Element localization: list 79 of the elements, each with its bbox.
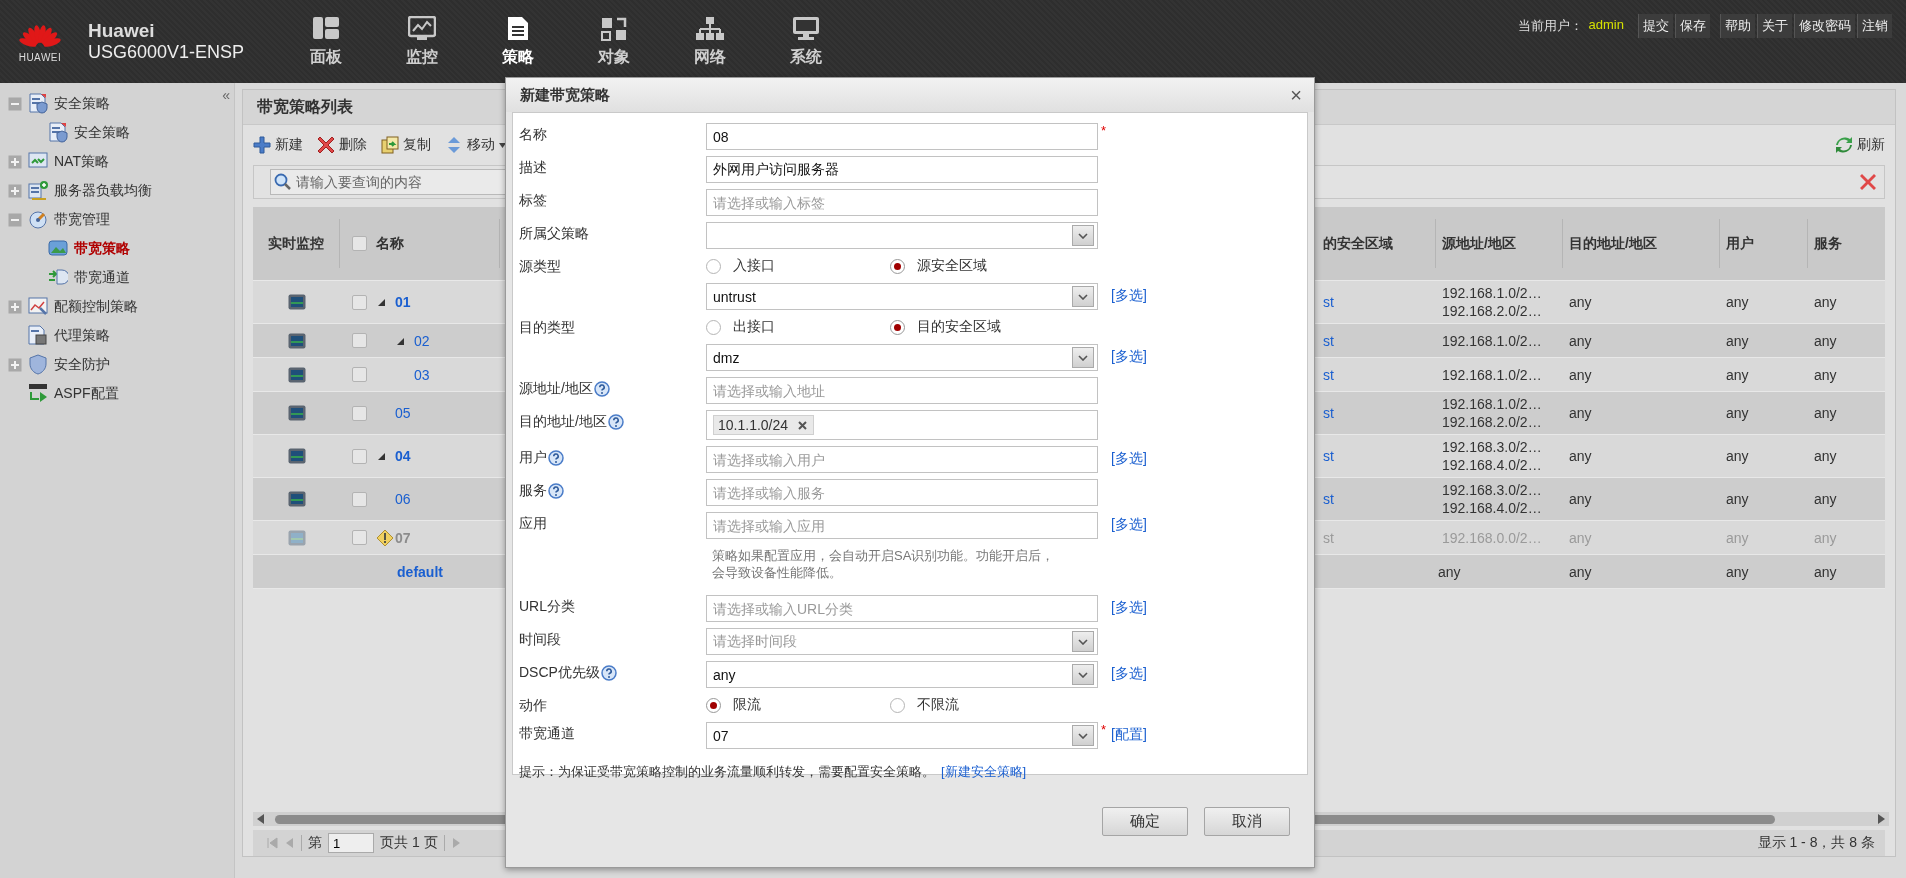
table-cell: any (1814, 491, 1837, 507)
field-label: 时间段 (519, 631, 561, 649)
table-cell: any (1814, 366, 1837, 383)
table-cell: any (1569, 529, 1592, 546)
device-model: USG6000V1-ENSP (88, 42, 246, 63)
required-mark: * (1100, 123, 1108, 138)
user-label: 当前用户： (1517, 17, 1583, 35)
table-cell-text: st (1322, 447, 1335, 466)
table-cell: any (1569, 294, 1592, 310)
panel-title: 带宽策略列表 (257, 96, 353, 117)
hint-text: 提示：为保证受带宽策略控制的业务流量顺利转发，需要配置安全策略。 (519, 763, 935, 781)
column-header: 源地址/地区 (1442, 234, 1516, 253)
table-cell: any (1726, 332, 1749, 349)
table-cell: 192.168.1.0/2… (1442, 331, 1542, 350)
table-cell: any (1814, 448, 1837, 464)
help-note: 策略如果配置应用，会自动开启SA识别功能。功能开启后，会导致设备性能降低。 (711, 547, 1056, 582)
table-cell: any (1569, 366, 1592, 383)
field-label: 动作 (519, 697, 547, 715)
table-cell: any (1569, 448, 1592, 464)
table-cell-text: st (1322, 404, 1335, 423)
table-cell: 192.168.3.0/2… (1442, 438, 1542, 456)
table-cell: any (1814, 332, 1837, 349)
table-cell-text: st (1322, 528, 1335, 548)
table-cell: any (1569, 491, 1592, 507)
table-cell: 192.168.0.0/2… (1442, 528, 1542, 547)
table-cell-text: st (1322, 490, 1335, 509)
brand-name: Huawei (88, 20, 156, 42)
field-label: 目的类型 (519, 319, 575, 337)
field-label: 源类型 (519, 258, 561, 276)
table-cell: any (1814, 405, 1837, 421)
dialog-title: 新建带宽策略 (520, 85, 610, 105)
field-label: URL分类 (519, 598, 575, 616)
field-label: 名称 (519, 126, 547, 144)
table-cell: 192.168.2.0/2… (1442, 302, 1542, 320)
column-header: 服务 (1814, 234, 1842, 253)
table-cell: any (1726, 366, 1749, 383)
field-label: 目的地址/地区 (519, 413, 607, 431)
field-label: 源地址/地区 (519, 380, 593, 398)
field-label: 用户 (519, 449, 547, 467)
table-cell: 192.168.3.0/2… (1442, 481, 1542, 499)
table-cell: any (1569, 563, 1592, 580)
column-header: 用户 (1726, 234, 1754, 253)
table-cell-text: st (1322, 293, 1335, 312)
page-total: 页共 1 页 (380, 834, 438, 852)
column-header: 实时监控 (268, 234, 324, 253)
table-cell: any (1726, 529, 1749, 546)
table-cell: any (1569, 405, 1592, 421)
table-cell: any (1814, 294, 1837, 310)
table-cell: 192.168.4.0/2… (1442, 456, 1542, 474)
field-label: 应用 (519, 515, 547, 533)
field-label: 所属父策略 (519, 225, 589, 243)
table-cell-text: st (1322, 331, 1335, 351)
table-cell: 192.168.1.0/2… (1442, 365, 1542, 384)
table-cell: any (1438, 563, 1461, 580)
table-cell: any (1726, 405, 1749, 421)
field-label: 服务 (519, 482, 547, 500)
field-label: DSCP优先级 (519, 664, 600, 682)
column-header: 名称 (376, 234, 404, 253)
table-cell: any (1726, 563, 1749, 580)
required-mark: * (1100, 722, 1108, 737)
table-cell: any (1726, 294, 1749, 310)
table-cell: any (1814, 529, 1837, 546)
page-label: 第 (308, 834, 322, 852)
table-cell: 192.168.2.0/2… (1442, 413, 1542, 431)
table-cell: any (1814, 563, 1837, 580)
column-header: 的安全区域 (1323, 234, 1393, 253)
logo-text: HUAWEI (18, 52, 62, 63)
table-cell: 192.168.1.0/2… (1442, 395, 1542, 413)
page-summary: 显示 1 - 8，共 8 条 (1757, 834, 1876, 852)
table-cell: any (1726, 448, 1749, 464)
table-cell: 192.168.4.0/2… (1442, 499, 1542, 517)
table-cell: 192.168.1.0/2… (1442, 284, 1542, 302)
field-label: 标签 (519, 192, 547, 210)
field-label: 带宽通道 (519, 725, 575, 743)
table-cell-text: st (1322, 365, 1335, 385)
user-name: admin (1588, 16, 1625, 34)
column-header: 目的地址/地区 (1569, 234, 1657, 253)
table-cell: any (1726, 491, 1749, 507)
table-cell: any (1569, 332, 1592, 349)
